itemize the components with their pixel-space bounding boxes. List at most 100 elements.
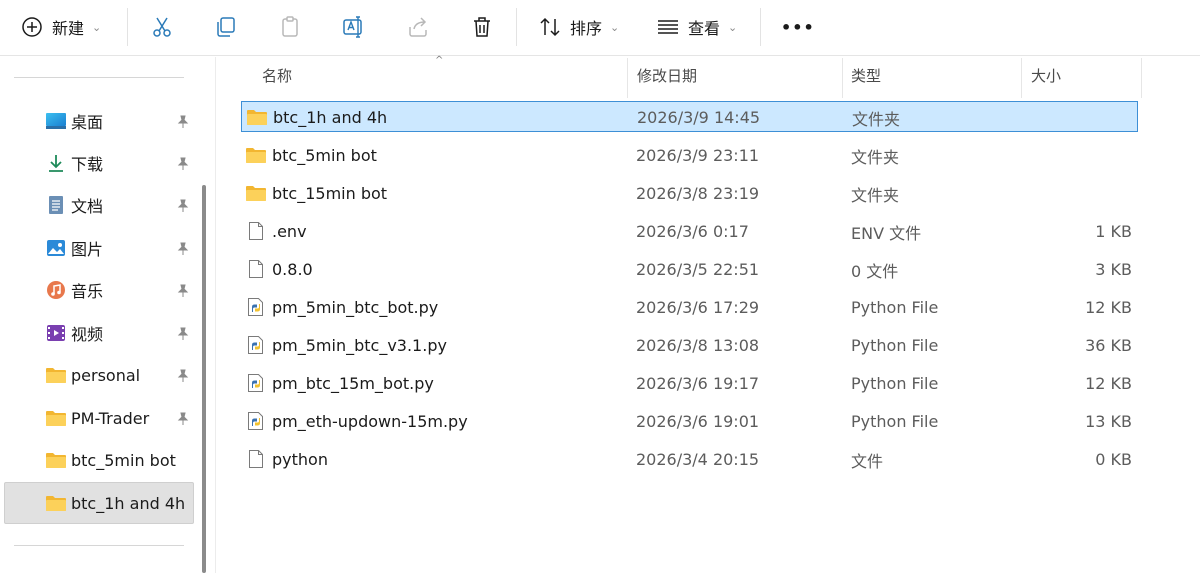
python-file-icon	[245, 297, 267, 317]
navigation-pane: 桌面 下载 文档 图片 音乐 视频 personal PM-Trader btc…	[0, 57, 212, 573]
pin-icon	[176, 368, 190, 382]
folder-icon	[245, 183, 267, 203]
pin-icon	[176, 114, 190, 128]
sidebar-item-label: 视频	[71, 325, 104, 344]
column-header-type[interactable]: 类型	[851, 58, 881, 92]
column-divider[interactable]	[1141, 58, 1142, 98]
share-button[interactable]	[406, 8, 430, 46]
column-header-label: 类型	[851, 66, 882, 85]
file-date: 2026/3/6 19:01	[636, 412, 760, 431]
file-type: 文件	[851, 451, 884, 471]
file-row[interactable]: 0.8.0 2026/3/5 22:51 0 文件 3 KB	[241, 254, 1138, 285]
file-row[interactable]: btc_5min bot 2026/3/9 23:11 文件夹	[241, 140, 1138, 171]
view-button-label: 查看	[688, 19, 721, 38]
sort-icon	[538, 15, 562, 39]
column-headers: ^ 名称 修改日期 类型 大小	[242, 55, 1142, 98]
file-type: 文件夹	[852, 109, 901, 129]
more-icon: •••	[781, 17, 815, 37]
sidebar-item-downloads[interactable]: 下载	[4, 142, 194, 184]
sidebar-item-label: PM-Trader	[71, 408, 150, 428]
sidebar-item-pm-trader[interactable]: PM-Trader	[4, 397, 194, 439]
new-button[interactable]: 新建 ⌄	[20, 8, 101, 46]
column-header-date[interactable]: 修改日期	[637, 58, 697, 92]
pin-icon	[176, 326, 190, 340]
sidebar-divider	[14, 545, 184, 546]
file-name: pm_eth-updown-15m.py	[272, 412, 468, 431]
file-date: 2026/3/8 13:08	[636, 336, 760, 355]
file-size: 13 KB	[1085, 412, 1132, 431]
copy-icon	[214, 15, 238, 39]
column-header-label: 名称	[262, 66, 293, 85]
python-file-icon	[245, 335, 267, 355]
sidebar-item-btc-1h-and-4h[interactable]: btc_1h and 4h	[4, 482, 194, 524]
file-name: pm_5min_btc_bot.py	[272, 298, 439, 317]
sidebar-item-label: 下载	[71, 155, 104, 174]
file-name: 0.8.0	[272, 260, 313, 279]
download-icon	[45, 153, 67, 173]
chevron-down-icon: ⌄	[610, 20, 620, 34]
file-size: 1 KB	[1095, 222, 1132, 241]
sidebar-item-label: 文档	[71, 197, 104, 216]
python-file-icon	[245, 373, 267, 393]
column-header-size[interactable]: 大小	[1031, 58, 1061, 92]
view-button[interactable]: 查看 ⌄	[656, 8, 737, 46]
sidebar-scrollbar[interactable]	[202, 185, 206, 573]
file-name: .env	[272, 222, 307, 241]
sidebar-item-videos[interactable]: 视频	[4, 312, 194, 354]
column-divider[interactable]	[627, 58, 628, 98]
scissors-icon	[150, 15, 174, 39]
more-options-button[interactable]: •••	[781, 8, 815, 46]
paste-button[interactable]	[278, 8, 302, 46]
file-row[interactable]: pm_5min_btc_v3.1.py 2026/3/8 13:08 Pytho…	[241, 330, 1138, 361]
file-row[interactable]: btc_15min bot 2026/3/8 23:19 文件夹	[241, 178, 1138, 209]
rename-button[interactable]	[342, 8, 366, 46]
sidebar-item-documents[interactable]: 文档	[4, 184, 194, 226]
file-row[interactable]: pm_5min_btc_bot.py 2026/3/6 17:29 Python…	[241, 292, 1138, 323]
file-name: btc_15min bot	[272, 184, 388, 203]
python-file-icon	[245, 411, 267, 431]
file-row[interactable]: pm_eth-updown-15m.py 2026/3/6 19:01 Pyth…	[241, 406, 1138, 437]
file-row[interactable]: pm_btc_15m_bot.py 2026/3/6 19:17 Python …	[241, 368, 1138, 399]
file-date: 2026/3/5 22:51	[636, 260, 760, 279]
folder-icon	[45, 450, 67, 470]
toolbar-divider	[760, 8, 761, 46]
toolbar-divider	[516, 8, 517, 46]
file-row[interactable]: .env 2026/3/6 0:17 ENV 文件 1 KB	[241, 216, 1138, 247]
sidebar-item-desktop[interactable]: 桌面	[4, 100, 194, 142]
pin-icon	[176, 283, 190, 297]
folder-icon	[45, 493, 67, 513]
column-header-name[interactable]: 名称	[262, 58, 292, 92]
file-row[interactable]: python 2026/3/4 20:15 文件 0 KB	[241, 444, 1138, 475]
file-type: Python File	[851, 336, 939, 355]
file-type: ENV 文件	[851, 223, 922, 243]
file-name: pm_5min_btc_v3.1.py	[272, 336, 447, 355]
file-date: 2026/3/9 23:11	[636, 146, 760, 165]
pin-icon	[176, 198, 190, 212]
column-divider[interactable]	[1021, 58, 1022, 98]
sort-ascending-icon: ^	[435, 55, 444, 66]
sidebar-item-label: 桌面	[71, 113, 104, 132]
file-size: 12 KB	[1085, 298, 1132, 317]
sidebar-item-personal[interactable]: personal	[4, 354, 194, 396]
copy-button[interactable]	[214, 8, 238, 46]
sidebar-item-pictures[interactable]: 图片	[4, 227, 194, 269]
sort-button[interactable]: 排序 ⌄	[538, 8, 619, 46]
file-date: 2026/3/8 23:19	[636, 184, 760, 203]
sidebar-item-label: personal	[71, 365, 141, 385]
chevron-down-icon: ⌄	[92, 20, 102, 34]
file-date: 2026/3/4 20:15	[636, 450, 760, 469]
file-name: python	[272, 450, 328, 469]
file-type: Python File	[851, 374, 939, 393]
plus-circle-icon	[20, 15, 44, 39]
pin-icon	[176, 241, 190, 255]
delete-button[interactable]	[470, 8, 494, 46]
sidebar-item-btc-5min-bot[interactable]: btc_5min bot	[4, 439, 194, 481]
file-type: 0 文件	[851, 261, 899, 281]
file-row[interactable]: btc_1h and 4h 2026/3/9 14:45 文件夹	[241, 101, 1138, 132]
command-bar: 新建 ⌄ 排序 ⌄ 查看 ⌄ •••	[0, 0, 1200, 56]
column-divider[interactable]	[842, 58, 843, 98]
file-type: Python File	[851, 298, 939, 317]
cut-button[interactable]	[150, 8, 174, 46]
sidebar-item-music[interactable]: 音乐	[4, 269, 194, 311]
folder-icon	[45, 365, 67, 385]
